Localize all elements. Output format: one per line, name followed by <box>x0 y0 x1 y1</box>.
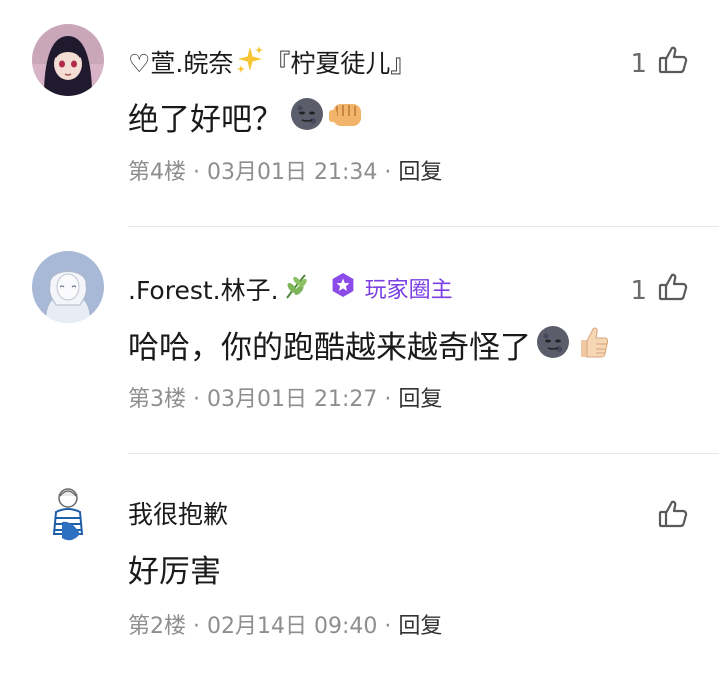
reply-button[interactable]: 回复 <box>398 160 442 185</box>
floor-label: 第4楼 <box>128 160 186 185</box>
floor-label: 第3楼 <box>128 387 186 412</box>
like-button[interactable]: 1 <box>630 271 689 310</box>
herb-icon <box>281 271 311 310</box>
username-text: .Forest.林子. <box>128 275 279 305</box>
sparkles-icon <box>235 44 265 83</box>
username[interactable]: .Forest.林子. 玩家圈主 <box>128 271 453 310</box>
meta-separator: · <box>193 614 200 639</box>
meta-separator: · <box>384 160 392 185</box>
comment-datetime: 03月01日 21:34 <box>207 160 378 185</box>
like-button[interactable]: 1 <box>630 44 689 83</box>
meta-separator: · <box>384 387 392 412</box>
comment-text-content: 绝了好吧？ <box>128 102 283 138</box>
comment-item: ♡萱.皖奈 『柠夏徒儿』 1 绝了好吧？ 第4楼 · 03月01日 21:34 … <box>0 0 719 227</box>
comment-item: .Forest.林子. 玩家圈主 1 哈哈，你的跑酷越来越奇怪了 第3楼 · 0… <box>0 227 719 454</box>
comment-text: 哈哈，你的跑酷越来越奇怪了 <box>128 323 611 373</box>
comment-datetime: 03月01日 21:27 <box>207 387 378 412</box>
like-count: 1 <box>630 48 647 79</box>
role-badge: 玩家圈主 <box>329 271 453 310</box>
comment-datetime: 02月14日 09:40 <box>207 614 378 639</box>
meta-separator: · <box>193 160 200 185</box>
user-avatar[interactable] <box>32 251 104 323</box>
comment-text-content: 哈哈，你的跑酷越来越奇怪了 <box>128 330 531 366</box>
thumbs-up-icon <box>657 271 689 310</box>
new-moon-face-icon <box>535 324 571 372</box>
thumbs-up-icon <box>657 44 689 83</box>
like-button[interactable] <box>657 498 689 537</box>
thumbs-up-icon <box>657 498 689 537</box>
comment-text-content: 好厉害 <box>128 554 221 590</box>
badge-star-icon <box>329 271 357 310</box>
thumbs-up-emoji-icon <box>573 323 611 373</box>
comment-meta: 第4楼 · 03月01日 21:34 · 回复 <box>128 158 442 188</box>
fist-bump-icon <box>327 96 367 144</box>
meta-separator: · <box>193 387 200 412</box>
username-text: 我很抱歉 <box>128 500 229 529</box>
comment-item: 我很抱歉 好厉害 第2楼 · 02月14日 09:40 · 回复 <box>0 454 719 681</box>
comment-meta: 第2楼 · 02月14日 09:40 · 回复 <box>128 612 442 642</box>
username-suffix: 『柠夏徒儿』 <box>265 48 416 78</box>
comment-text: 好厉害 <box>128 550 221 594</box>
badge-label: 玩家圈主 <box>364 277 453 303</box>
meta-separator: · <box>384 614 392 639</box>
comment-text: 绝了好吧？ <box>128 96 367 144</box>
user-avatar[interactable] <box>32 478 104 550</box>
like-count: 1 <box>630 275 647 306</box>
user-avatar[interactable] <box>32 24 104 96</box>
username-text: ♡萱.皖奈 <box>128 48 234 78</box>
reply-button[interactable]: 回复 <box>398 614 442 639</box>
username[interactable]: 我很抱歉 <box>128 498 228 532</box>
comment-meta: 第3楼 · 03月01日 21:27 · 回复 <box>128 385 442 415</box>
username[interactable]: ♡萱.皖奈 『柠夏徒儿』 <box>128 44 415 83</box>
reply-button[interactable]: 回复 <box>398 387 442 412</box>
floor-label: 第2楼 <box>128 614 186 639</box>
new-moon-face-icon <box>289 96 325 144</box>
